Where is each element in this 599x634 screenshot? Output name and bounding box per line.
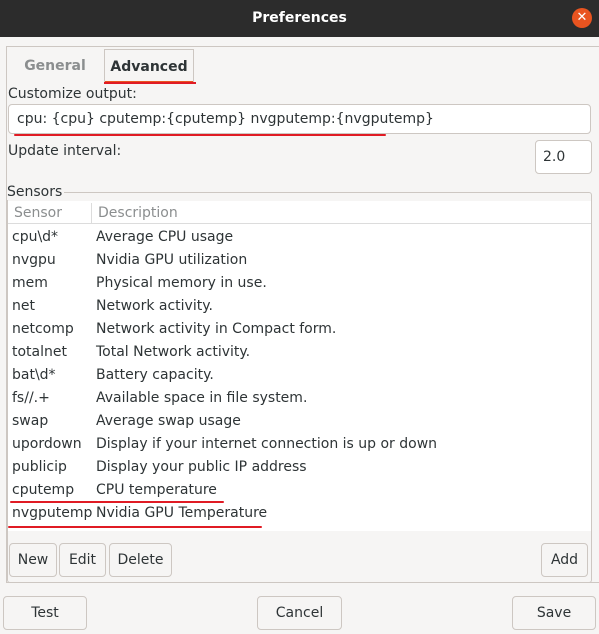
sensor-name: mem: [12, 275, 48, 291]
customize-output-label: Customize output:: [8, 86, 137, 102]
sensor-description: Network activity in Compact form.: [96, 321, 337, 337]
sensor-name: upordown: [12, 436, 82, 452]
update-interval-input[interactable]: 2.0: [535, 140, 592, 174]
sensor-name: fs//.+: [12, 390, 50, 406]
sensor-description: CPU temperature: [96, 482, 217, 498]
table-row[interactable]: publicip Display your public IP address: [8, 456, 591, 479]
sensor-name: cpu\d*: [12, 229, 59, 245]
new-sensor-button[interactable]: New: [9, 543, 57, 577]
sensor-name: swap: [12, 413, 49, 429]
sensor-name: publicip: [12, 459, 67, 475]
sensor-description: Display if your internet connection is u…: [96, 436, 438, 452]
table-row[interactable]: nvgpu Nvidia GPU utilization: [8, 249, 591, 272]
table-row[interactable]: bat\d* Battery capacity.: [8, 364, 591, 387]
column-description[interactable]: Description: [98, 205, 178, 221]
table-row[interactable]: net Network activity.: [8, 295, 591, 318]
sensor-description: Nvidia GPU Temperature: [96, 505, 268, 521]
column-sensor[interactable]: Sensor: [14, 205, 62, 221]
annotation-underline-cputemp: [10, 501, 224, 503]
title-bar: Preferences ✕: [0, 0, 599, 37]
table-row[interactable]: cpu\d* Average CPU usage: [8, 226, 591, 249]
sensors-label: Sensors: [7, 184, 65, 200]
annotation-underline-tab: [104, 82, 196, 84]
annotation-underline-output: [14, 134, 386, 136]
customize-output-input[interactable]: cpu: {cpu} cputemp:{cputemp} nvgputemp:{…: [8, 104, 591, 134]
column-separator: [91, 203, 92, 223]
tab-general[interactable]: General: [10, 49, 100, 83]
sensor-name: bat\d*: [12, 367, 56, 383]
cancel-button[interactable]: Cancel: [257, 596, 342, 630]
update-interval-label: Update interval:: [8, 143, 122, 159]
sensor-name: nvgputemp: [12, 505, 93, 521]
table-header: Sensor Description: [8, 201, 591, 224]
sensor-name: totalnet: [12, 344, 67, 360]
table-row[interactable]: nvgputemp Nvidia GPU Temperature: [8, 502, 591, 525]
sensor-description: Total Network activity.: [96, 344, 251, 360]
save-button[interactable]: Save: [512, 596, 596, 630]
sensor-description: Physical memory in use.: [96, 275, 267, 291]
window-title: Preferences: [252, 10, 347, 26]
table-row[interactable]: swap Average swap usage: [8, 410, 591, 433]
sensor-name: net: [12, 298, 35, 314]
sensor-name: nvgpu: [12, 252, 56, 268]
sensor-name: netcomp: [12, 321, 74, 337]
table-row[interactable]: mem Physical memory in use.: [8, 272, 591, 295]
test-button[interactable]: Test: [3, 596, 87, 630]
sensor-description: Available space in file system.: [96, 390, 308, 406]
table-row[interactable]: totalnet Total Network activity.: [8, 341, 591, 364]
table-row[interactable]: netcomp Network activity in Compact form.: [8, 318, 591, 341]
close-icon[interactable]: ✕: [572, 8, 592, 28]
tab-advanced[interactable]: Advanced: [104, 49, 194, 84]
sensor-description: Network activity.: [96, 298, 213, 314]
add-sensor-button[interactable]: Add: [541, 543, 588, 577]
sensor-description: Display your public IP address: [96, 459, 307, 475]
table-row[interactable]: cputemp CPU temperature: [8, 479, 591, 502]
sensor-description: Average swap usage: [96, 413, 241, 429]
table-row[interactable]: upordown Display if your internet connect…: [8, 433, 591, 456]
sensor-name: cputemp: [12, 482, 75, 498]
annotation-underline-nvgputemp: [8, 526, 262, 528]
sensor-description: Average CPU usage: [96, 229, 234, 245]
delete-sensor-button[interactable]: Delete: [109, 543, 172, 577]
sensor-description: Battery capacity.: [96, 367, 214, 383]
edit-sensor-button[interactable]: Edit: [59, 543, 106, 577]
sensor-description: Nvidia GPU utilization: [96, 252, 248, 268]
table-row[interactable]: fs//.+ Available space in file system.: [8, 387, 591, 410]
sensors-table[interactable]: Sensor Description cpu\d* Average CPU usa…: [8, 201, 591, 531]
